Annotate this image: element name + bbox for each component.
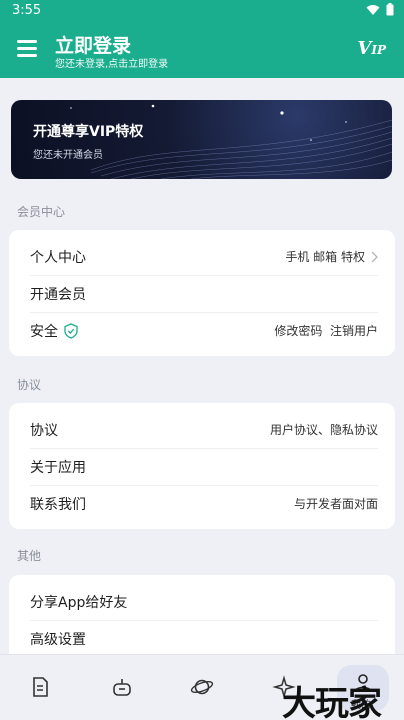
login-title[interactable]: 立即登录 xyxy=(55,31,131,58)
row-advanced-settings[interactable]: 高级设置 xyxy=(9,620,395,657)
chevron-right-icon xyxy=(371,251,378,262)
row-label: 联系我们 xyxy=(30,496,86,513)
document-icon[interactable] xyxy=(28,675,52,699)
planet-icon[interactable] xyxy=(190,675,214,699)
vip-banner[interactable]: 开通尊享VIP特权 您还未开通会员 xyxy=(11,100,392,179)
row-label: 开通会员 xyxy=(30,286,86,303)
app-bar: 立即登录 您还未登录,点击立即登录 VIP xyxy=(0,22,404,78)
status-time: 3:55 xyxy=(12,3,42,18)
system-icons xyxy=(366,3,394,16)
robot-icon[interactable] xyxy=(110,675,134,699)
row-contact-us[interactable]: 联系我们 与开发者面对面 xyxy=(9,485,395,522)
row-label: 协议 xyxy=(30,422,58,439)
row-label: 分享App给好友 xyxy=(30,594,128,611)
agreement-card: 协议 用户协议、隐私协议 关于应用 联系我们 与开发者面对面 xyxy=(9,403,395,529)
menu-icon[interactable] xyxy=(17,40,37,58)
status-bar: 3:55 xyxy=(0,0,404,22)
row-label: 高级设置 xyxy=(30,631,86,648)
row-personal-center[interactable]: 个人中心 手机 邮箱 特权 xyxy=(9,238,395,275)
row-value: 与开发者面对面 xyxy=(293,497,378,511)
banner-title: 开通尊享VIP特权 xyxy=(33,124,144,140)
row-label: 安全 xyxy=(30,321,78,341)
login-subtitle[interactable]: 您还未登录,点击立即登录 xyxy=(55,55,168,70)
banner-subtitle: 您还未开通会员 xyxy=(33,150,103,161)
watermark-logo: 大玩家 xyxy=(282,684,382,720)
row-label: 个人中心 xyxy=(30,249,86,266)
battery-icon xyxy=(386,3,394,16)
shield-check-icon xyxy=(64,322,78,339)
row-value: 用户协议、隐私协议 xyxy=(269,423,378,437)
row-value: 修改密码 注销用户 xyxy=(274,324,378,338)
section-label-other: 其他 xyxy=(17,549,42,563)
row-security[interactable]: 安全 修改密码 注销用户 xyxy=(9,312,395,349)
vip-logo[interactable]: VIP xyxy=(357,38,386,59)
row-share-app[interactable]: 分享App给好友 xyxy=(9,583,395,620)
row-open-membership[interactable]: 开通会员 xyxy=(9,275,395,312)
member-card: 个人中心 手机 邮箱 特权 开通会员 安全 修改密码 注销用户 xyxy=(9,230,395,356)
row-about-app[interactable]: 关于应用 xyxy=(9,448,395,485)
section-label-member: 会员中心 xyxy=(17,205,66,219)
row-label: 关于应用 xyxy=(30,459,86,476)
row-agreement[interactable]: 协议 用户协议、隐私协议 xyxy=(9,411,395,448)
wifi-icon xyxy=(366,4,380,15)
row-value: 手机 邮箱 特权 xyxy=(285,248,378,265)
section-label-agreement: 协议 xyxy=(17,378,42,392)
